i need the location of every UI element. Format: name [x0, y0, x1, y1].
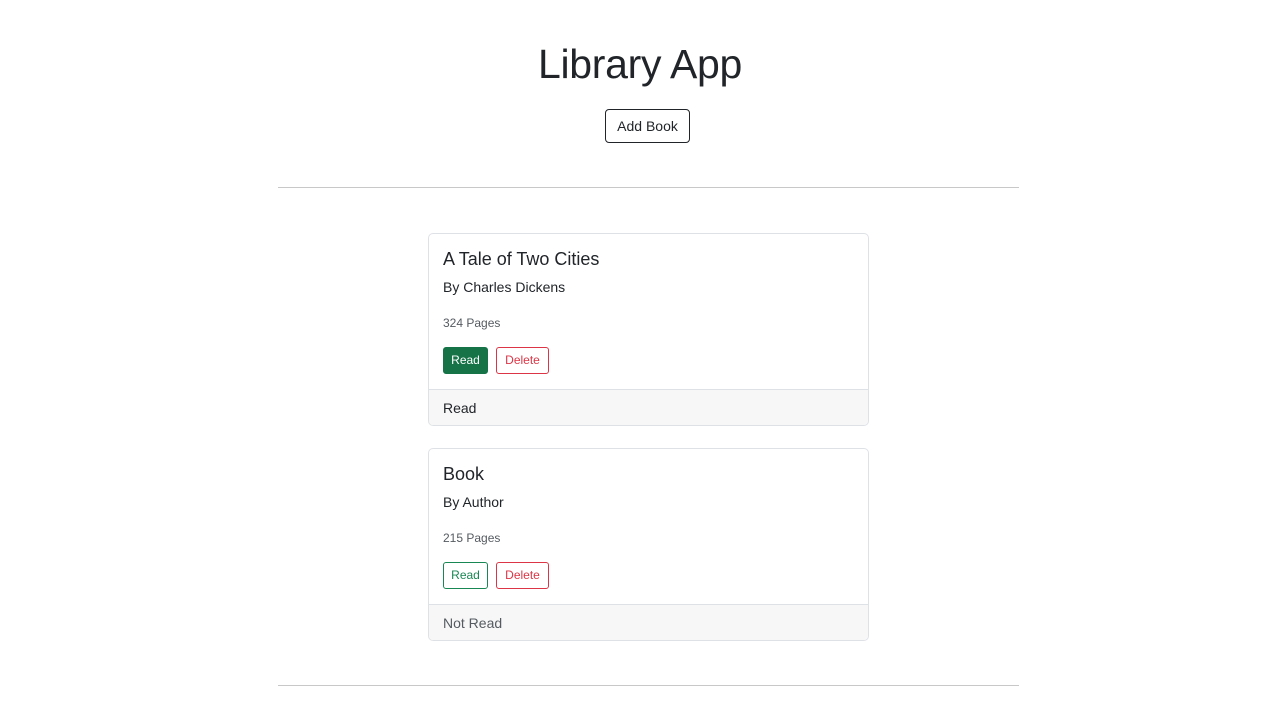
- bottom-divider: [278, 685, 1019, 686]
- add-book-button[interactable]: Add Book: [605, 109, 690, 143]
- book-card: A Tale of Two Cities By Charles Dickens …: [428, 233, 869, 426]
- book-title: A Tale of Two Cities: [443, 249, 600, 269]
- delete-button[interactable]: Delete: [496, 347, 549, 374]
- book-card-body: Book By Author 215 Pages Read Delete: [429, 449, 868, 604]
- top-divider: [278, 187, 1019, 188]
- book-title: Book: [443, 464, 485, 484]
- read-button[interactable]: Read: [443, 562, 488, 589]
- book-pages: 324 Pages: [443, 316, 501, 330]
- book-pages: 215 Pages: [443, 531, 501, 545]
- book-author: By Author: [443, 494, 504, 510]
- book-card-body: A Tale of Two Cities By Charles Dickens …: [429, 234, 868, 389]
- library-app-page: Library App Add Book A Tale of Two Citie…: [0, 0, 1280, 720]
- page-title: Library App: [537, 41, 743, 87]
- book-actions: Read Delete: [443, 562, 549, 589]
- delete-button[interactable]: Delete: [496, 562, 549, 589]
- book-author: By Charles Dickens: [443, 279, 566, 295]
- read-status: Read: [429, 389, 868, 425]
- book-card: Book By Author 215 Pages Read Delete Not …: [428, 448, 869, 641]
- read-status: Not Read: [429, 604, 868, 640]
- read-button[interactable]: Read: [443, 347, 488, 374]
- book-actions: Read Delete: [443, 347, 549, 374]
